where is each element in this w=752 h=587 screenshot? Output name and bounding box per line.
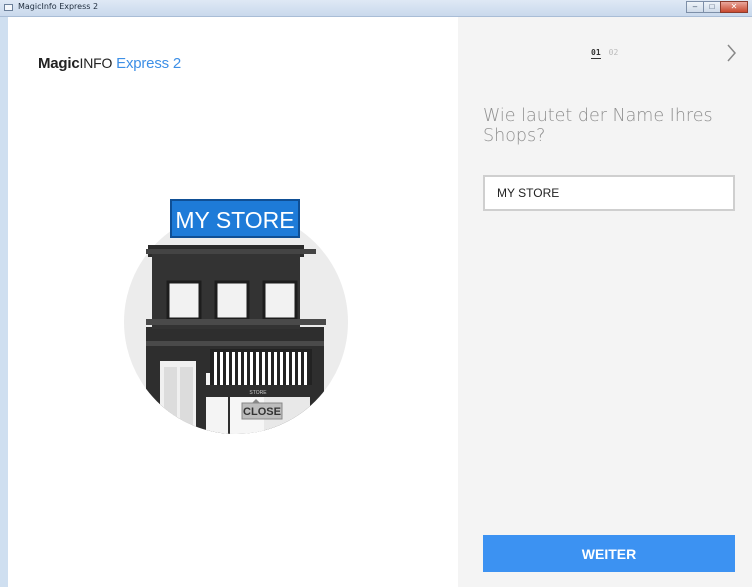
chevron-right-icon[interactable]: [720, 39, 744, 67]
step-indicator: 01 02: [591, 48, 619, 59]
door-sign: CLOSE: [243, 406, 281, 418]
app-logo: MagicINFO Express 2: [38, 55, 182, 72]
store-name-question: Wie lautet der Name Ihres Shops?: [483, 106, 713, 146]
close-button[interactable]: ✕: [720, 1, 748, 13]
store-sign-text: MY STORE: [175, 207, 294, 233]
app-content: MagicINFO Express 2 STORE CLOSE MY STORE…: [8, 17, 752, 587]
left-panel: MagicINFO Express 2 STORE CLOSE MY STORE: [8, 17, 458, 587]
window-title: MagicInfo Express 2: [18, 2, 99, 11]
next-button[interactable]: WEITER: [483, 535, 735, 572]
awning-label: STORE: [249, 390, 267, 396]
store-illustration: STORE CLOSE MY STORE: [124, 199, 348, 434]
maximize-button[interactable]: □: [703, 1, 721, 13]
right-panel: 01 02 Wie lautet der Name Ihres Shops? WE…: [458, 17, 752, 587]
app-icon: [4, 4, 13, 11]
step-next: 02: [608, 48, 619, 57]
step-current: 01: [591, 48, 601, 59]
store-name-input[interactable]: [483, 175, 735, 211]
window-titlebar[interactable]: MagicInfo Express 2 – □ ✕: [0, 0, 752, 17]
minimize-button[interactable]: –: [686, 1, 704, 13]
